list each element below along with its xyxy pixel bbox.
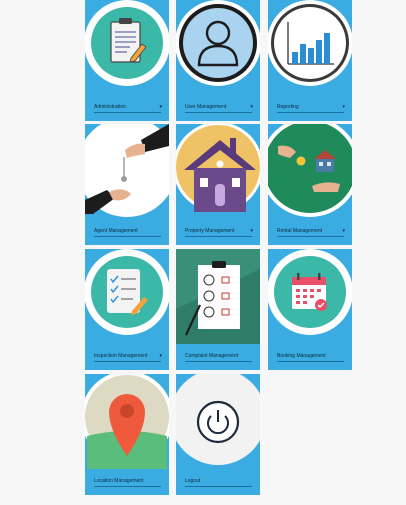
power-icon (176, 374, 260, 469)
label-underline (185, 486, 252, 487)
tile-label: Property Management (185, 228, 235, 234)
label-underline (185, 112, 252, 113)
tile-label: User Management (185, 104, 227, 110)
rental-hands-icon (268, 124, 352, 219)
tile-property-management[interactable]: Property Management ▾ (176, 124, 260, 245)
tile-logout[interactable]: Logout (176, 374, 260, 495)
tile-rental-management[interactable]: Rental Management ▾ (268, 124, 352, 245)
house-icon (176, 124, 260, 219)
tile-inspection-management[interactable]: Inspection Management ▾ (85, 249, 169, 370)
tile-label: Rental Management (277, 228, 323, 234)
tile-label: Complaint Management (185, 353, 239, 359)
tile-label: Inspection Management (94, 353, 148, 359)
label-underline (94, 361, 161, 362)
label-underline (94, 486, 161, 487)
chevron-down-icon[interactable]: ▾ (250, 104, 253, 110)
user-icon (176, 0, 260, 95)
label-underline (277, 361, 344, 362)
checklist-icon (85, 249, 169, 344)
bar-chart-icon (268, 0, 352, 95)
label-underline (277, 236, 344, 237)
feedback-form-icon (176, 249, 260, 344)
tile-booking-management[interactable]: Booking Management (268, 249, 352, 370)
tile-label: Administration (94, 104, 126, 110)
tile-reporting[interactable]: Reporting ▾ (268, 0, 352, 121)
tile-label: Logout (185, 478, 201, 484)
label-underline (185, 236, 252, 237)
clipboard-icon (85, 0, 169, 95)
tile-label: Location Management (94, 478, 144, 484)
handing-key-icon (85, 124, 169, 219)
label-underline (185, 361, 252, 362)
tile-complaint-management[interactable]: Complaint Management (176, 249, 260, 370)
label-underline (94, 236, 161, 237)
tile-label: Reporting (277, 104, 299, 110)
chevron-down-icon[interactable]: ▾ (342, 104, 345, 110)
tile-label: Booking Management (277, 353, 326, 359)
chevron-down-icon[interactable]: ▾ (342, 228, 345, 234)
tile-user-management[interactable]: User Management ▾ (176, 0, 260, 121)
tile-agent-management[interactable]: Agent Management (85, 124, 169, 245)
label-underline (94, 112, 161, 113)
chevron-down-icon[interactable]: ▾ (159, 104, 162, 110)
chevron-down-icon[interactable]: ▾ (250, 228, 253, 234)
tile-administration[interactable]: Administration ▾ (85, 0, 169, 121)
label-underline (277, 112, 344, 113)
calendar-icon (268, 249, 352, 344)
map-pin-icon (85, 374, 169, 469)
tile-label: Agent Management (94, 228, 138, 234)
tile-location-management[interactable]: Location Management (85, 374, 169, 495)
module-grid: Administration ▾ User Management ▾ Repor… (0, 0, 406, 505)
chevron-down-icon[interactable]: ▾ (159, 353, 162, 359)
